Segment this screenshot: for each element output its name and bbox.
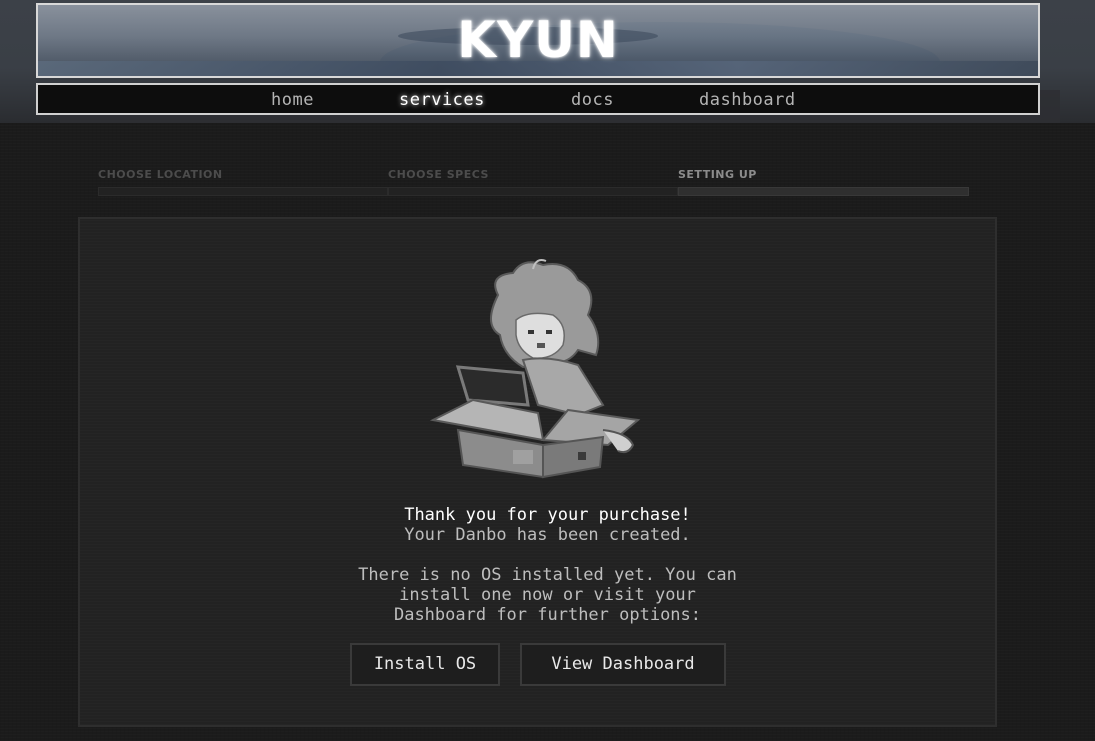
checkout-progress: CHOOSE LOCATION CHOOSE SPECS SETTING UP bbox=[98, 168, 969, 198]
step-bar bbox=[388, 187, 678, 196]
site-logo[interactable]: KYUN bbox=[38, 11, 1038, 69]
main-nav: home services docs dashboard bbox=[36, 83, 1040, 115]
step-label: CHOOSE SPECS bbox=[388, 168, 489, 181]
no-os-text: There is no OS installed yet. You can in… bbox=[0, 565, 1095, 625]
no-os-line: There is no OS installed yet. You can bbox=[358, 565, 737, 585]
install-os-button[interactable]: Install OS bbox=[350, 643, 500, 686]
nav-services[interactable]: services bbox=[399, 90, 485, 110]
step-bar bbox=[678, 187, 969, 196]
no-os-line: install one now or visit your bbox=[399, 585, 696, 605]
step-choose-specs: CHOOSE SPECS bbox=[388, 168, 678, 198]
step-label: CHOOSE LOCATION bbox=[98, 168, 223, 181]
site-banner[interactable]: KYUN bbox=[36, 3, 1040, 78]
step-setting-up: SETTING UP bbox=[678, 168, 969, 198]
created-text: Your Danbo has been created. bbox=[404, 525, 691, 545]
step-label: SETTING UP bbox=[678, 168, 757, 181]
no-os-line: Dashboard for further options: bbox=[393, 605, 702, 625]
step-bar bbox=[98, 187, 388, 196]
step-choose-location: CHOOSE LOCATION bbox=[98, 168, 388, 198]
view-dashboard-button[interactable]: View Dashboard bbox=[520, 643, 726, 686]
thank-you-text: Thank you for your purchase! bbox=[404, 505, 691, 525]
nav-dashboard[interactable]: dashboard bbox=[699, 90, 796, 110]
nav-docs[interactable]: docs bbox=[571, 90, 614, 110]
girl-in-box-illustration bbox=[429, 259, 641, 479]
nav-home[interactable]: home bbox=[271, 90, 314, 110]
